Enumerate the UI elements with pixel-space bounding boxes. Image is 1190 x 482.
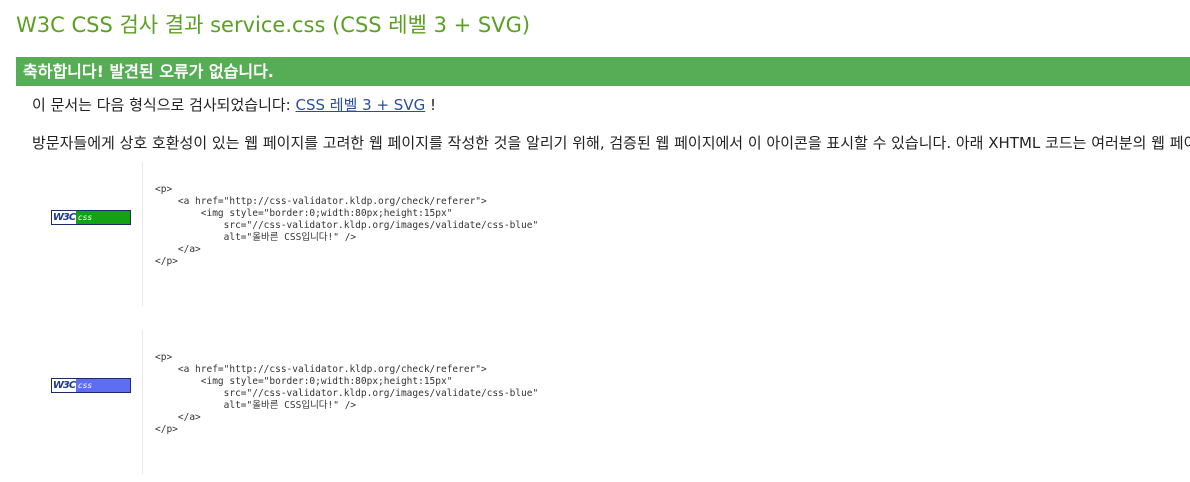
profile-info-prefix: 이 문서는 다음 형식으로 검사되었습니다: xyxy=(32,96,296,114)
badge-css-label: css xyxy=(76,379,130,392)
icon-cell: W3C css xyxy=(16,330,142,474)
code-cell: <p> <a href="http://css-validator.kldp.o… xyxy=(142,330,1190,474)
icon-row-blue: W3C css <p> <a href="http://css-validato… xyxy=(16,330,1190,474)
valid-css-badge-icon: W3C css xyxy=(51,210,131,225)
badge-code-snippet: <p> <a href="http://css-validator.kldp.o… xyxy=(155,184,539,267)
success-banner: 축하합니다! 발견된 오류가 없습니다. xyxy=(16,57,1190,86)
page-title: W3C CSS 검사 결과 service.css (CSS 레벨 3 + SV… xyxy=(16,13,531,37)
validator-results-page: W3C CSS 검사 결과 service.css (CSS 레벨 3 + SV… xyxy=(0,0,1190,482)
badge-w3c-label: W3C xyxy=(52,211,76,224)
icon-row-green: W3C css <p> <a href="http://css-validato… xyxy=(16,162,1190,306)
code-cell: <p> <a href="http://css-validator.kldp.o… xyxy=(142,162,1190,306)
valid-css-badge-icon: W3C css xyxy=(51,378,131,393)
validation-profile-info: 이 문서는 다음 형식으로 검사되었습니다: CSS 레벨 3 + SVG ! xyxy=(32,95,436,115)
icon-description: 방문자들에게 상호 호환성이 있는 웹 페이지를 고려한 웹 페이지를 작성한 … xyxy=(32,134,1190,152)
icon-cell: W3C css xyxy=(16,162,142,306)
badge-w3c-label: W3C xyxy=(52,379,76,392)
badge-code-snippet: <p> <a href="http://css-validator.kldp.o… xyxy=(155,352,539,435)
profile-link[interactable]: CSS 레벨 3 + SVG xyxy=(296,96,426,114)
profile-info-suffix: ! xyxy=(425,96,436,114)
badge-css-label: css xyxy=(76,211,130,224)
